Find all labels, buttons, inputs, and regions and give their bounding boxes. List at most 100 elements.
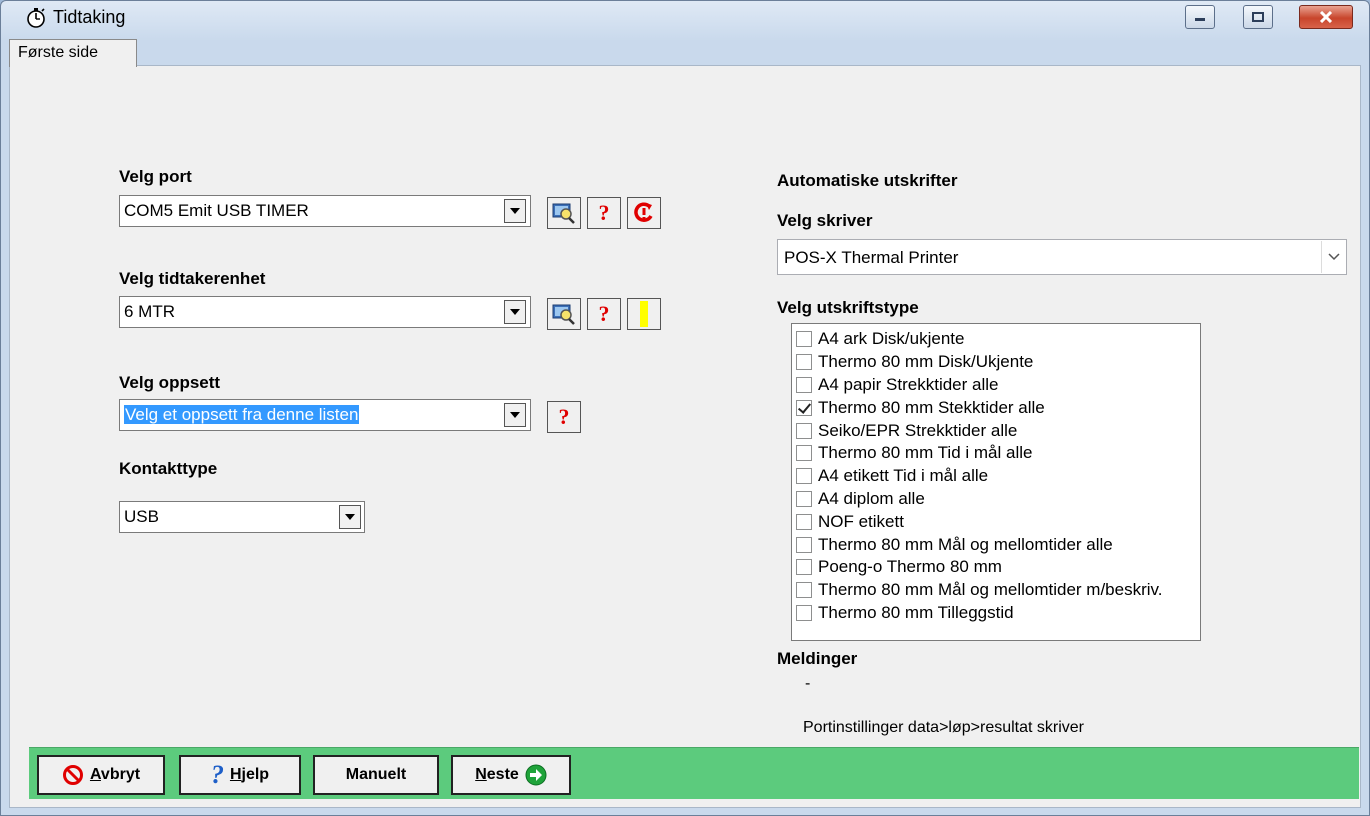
unit-label: Velg tidtakerenhet <box>119 269 266 288</box>
app-window: Tidtaking Første side Velg port COM5 Emi… <box>0 0 1370 816</box>
checkbox[interactable] <box>796 559 812 576</box>
print-type-label: Thermo 80 mm Tilleggstid <box>818 602 1014 622</box>
setup-value: Velg et oppsett fra denne listen <box>124 405 360 424</box>
print-type-item[interactable]: Seiko/EPR Strekktider alle <box>796 419 1200 442</box>
unit-dropdown-button[interactable] <box>504 300 526 324</box>
checkbox[interactable] <box>796 331 812 348</box>
port-search-button[interactable] <box>547 197 581 229</box>
close-button[interactable] <box>1299 5 1353 29</box>
port-reset-button[interactable] <box>627 197 661 229</box>
messages-label: Meldinger <box>777 649 858 668</box>
print-type-list[interactable]: A4 ark Disk/ukjente Thermo 80 mm Disk/Ukj… <box>791 323 1201 641</box>
chevron-down-icon <box>510 412 520 418</box>
checkbox[interactable] <box>796 354 812 371</box>
print-type-item[interactable]: Poeng-o Thermo 80 mm <box>796 556 1200 579</box>
contact-select[interactable]: USB <box>119 501 365 533</box>
print-type-label: Thermo 80 mm Stekktider alle <box>818 397 1045 417</box>
checkbox[interactable] <box>796 422 812 439</box>
setup-select[interactable]: Velg et oppsett fra denne listen <box>119 399 531 431</box>
tab-forste-side[interactable]: Første side <box>9 39 137 67</box>
help-question-icon: ? <box>210 760 224 789</box>
print-type-label: Thermo 80 mm Tid i mål alle <box>818 443 1033 463</box>
contact-value: USB <box>124 507 159 526</box>
stopwatch-icon <box>27 8 45 28</box>
printer-dropdown-button[interactable] <box>1321 241 1345 273</box>
print-type-item[interactable]: A4 etikett Tid i mål alle <box>796 465 1200 488</box>
printer-value: POS-X Thermal Printer <box>784 248 959 267</box>
print-type-label: Thermo 80 mm Disk/Ukjente <box>818 352 1034 372</box>
print-type-label: Poeng-o Thermo 80 mm <box>818 557 1002 577</box>
printtype-label: Velg utskriftstype <box>777 298 919 317</box>
print-type-item[interactable]: Thermo 80 mm Tid i mål alle <box>796 442 1200 465</box>
help-icon: ? <box>598 301 610 326</box>
port-value: COM5 Emit USB TIMER <box>124 201 309 220</box>
unit-select[interactable]: 6 MTR <box>119 296 531 328</box>
setup-help-button[interactable]: ? <box>547 401 581 433</box>
print-type-item[interactable]: Thermo 80 mm Mål og mellomtider m/beskri… <box>796 579 1200 602</box>
print-type-item[interactable]: Thermo 80 mm Stekktider alle <box>796 396 1200 419</box>
auto-print-heading: Automatiske utskrifter <box>777 171 958 190</box>
print-type-item[interactable]: Thermo 80 mm Tilleggstid <box>796 602 1200 625</box>
computer-search-icon <box>552 203 575 224</box>
print-type-label: Thermo 80 mm Mål og mellomtider m/beskri… <box>818 580 1163 600</box>
checkbox[interactable] <box>796 513 812 530</box>
checkbox[interactable] <box>796 582 812 599</box>
port-help-button[interactable]: ? <box>587 197 621 229</box>
next-button[interactable]: Neste <box>451 755 571 795</box>
chevron-down-icon <box>510 309 520 315</box>
setup-dropdown-button[interactable] <box>504 403 526 427</box>
unit-search-button[interactable] <box>547 298 581 330</box>
print-type-item[interactable]: A4 diplom alle <box>796 488 1200 511</box>
chevron-down-icon <box>345 514 355 520</box>
checkbox[interactable] <box>796 468 812 485</box>
checkbox[interactable] <box>796 536 812 553</box>
reset-icon <box>634 202 653 222</box>
contact-label: Kontakttype <box>119 459 218 478</box>
port-select[interactable]: COM5 Emit USB TIMER <box>119 195 531 227</box>
messages-text: Portinstillinger data>løp>resultat skriv… <box>803 719 1085 736</box>
computer-search-icon <box>552 304 575 325</box>
unit-value: 6 MTR <box>124 302 175 321</box>
chevron-down-icon <box>1327 253 1340 261</box>
next-button-label: Neste <box>475 766 519 783</box>
checkbox[interactable] <box>796 445 812 462</box>
contact-dropdown-button[interactable] <box>339 505 361 529</box>
maximize-button[interactable] <box>1243 5 1273 29</box>
cancel-button[interactable]: Avbryt <box>37 755 165 795</box>
title-bar: Tidtaking <box>1 1 1369 33</box>
printer-label: Velg skriver <box>777 211 873 230</box>
checkbox[interactable] <box>796 376 812 393</box>
unit-help-button[interactable]: ? <box>587 298 621 330</box>
print-type-label: Seiko/EPR Strekktider alle <box>818 420 1018 440</box>
help-icon: ? <box>558 404 570 429</box>
print-type-label: A4 etikett Tid i mål alle <box>818 466 989 486</box>
window-title: Tidtaking <box>53 7 126 27</box>
status-indicator-icon <box>640 301 648 327</box>
print-type-item[interactable]: Thermo 80 mm Mål og mellomtider alle <box>796 533 1200 556</box>
close-icon <box>1319 11 1333 23</box>
print-type-label: A4 diplom alle <box>818 488 925 508</box>
print-type-item[interactable]: Thermo 80 mm Disk/Ukjente <box>796 351 1200 374</box>
port-dropdown-button[interactable] <box>504 199 526 223</box>
help-button[interactable]: ? Hjelp <box>179 755 301 795</box>
help-icon: ? <box>598 200 610 225</box>
print-type-item[interactable]: A4 ark Disk/ukjente <box>796 328 1200 351</box>
help-button-label: Hjelp <box>229 766 270 783</box>
cancel-icon <box>62 765 83 785</box>
minimize-icon <box>1195 18 1205 21</box>
checkbox[interactable] <box>796 604 812 621</box>
checkbox-checked[interactable] <box>796 399 812 416</box>
print-type-item[interactable]: NOF etikett <box>796 510 1200 533</box>
messages-dash: - <box>805 675 811 692</box>
checkbox[interactable] <box>796 490 812 507</box>
print-type-item[interactable]: A4 papir Strekktider alle <box>796 374 1200 397</box>
print-type-label: A4 ark Disk/ukjente <box>818 329 965 349</box>
setup-label: Velg oppsett <box>119 373 221 392</box>
chevron-down-icon <box>510 208 520 214</box>
unit-status-button[interactable] <box>627 298 661 330</box>
printer-select[interactable]: POS-X Thermal Printer <box>777 239 1347 275</box>
manual-button[interactable]: Manuelt <box>313 755 439 795</box>
print-type-label: NOF etikett <box>818 511 904 531</box>
print-type-label: Thermo 80 mm Mål og mellomtider alle <box>818 534 1113 554</box>
minimize-button[interactable] <box>1185 5 1215 29</box>
